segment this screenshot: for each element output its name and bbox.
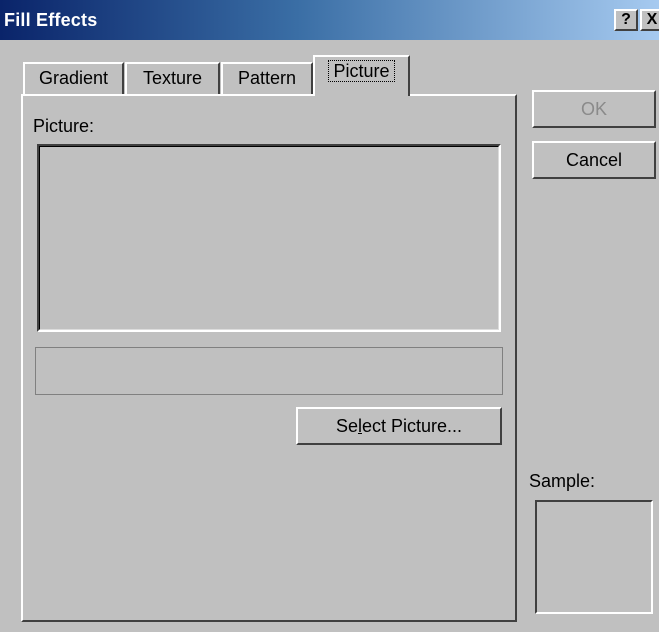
fill-effects-dialog: Fill Effects ? X Gradient Texture Patter…	[0, 0, 659, 632]
tab-pattern[interactable]: Pattern	[221, 62, 313, 94]
picture-label: Picture:	[33, 116, 95, 136]
tab-pattern-label: Pattern	[237, 68, 297, 88]
tab-texture[interactable]: Texture	[125, 62, 220, 94]
picture-preview-area	[37, 144, 501, 332]
tab-texture-label: Texture	[142, 68, 203, 88]
tab-picture[interactable]: Picture	[313, 55, 410, 96]
tab-gradient[interactable]: Gradient	[23, 62, 124, 94]
dialog-title: Fill Effects	[4, 10, 98, 30]
help-icon[interactable]: ?	[614, 9, 638, 31]
select-picture-label-end: ect Picture...	[361, 416, 463, 436]
picture-name-field	[35, 347, 503, 395]
cancel-button[interactable]: Cancel	[532, 141, 656, 179]
title-bar[interactable]: Fill Effects ? X	[0, 0, 659, 40]
select-picture-button[interactable]: Select Picture...	[296, 407, 502, 445]
tab-gradient-label: Gradient	[38, 68, 109, 88]
tab-picture-label: Picture	[328, 60, 395, 82]
select-picture-label-start: Se	[335, 416, 358, 436]
close-icon[interactable]: X	[640, 9, 659, 31]
sample-preview-box	[535, 500, 653, 614]
sample-label: Sample:	[529, 471, 596, 491]
ok-button[interactable]: OK	[532, 90, 656, 128]
